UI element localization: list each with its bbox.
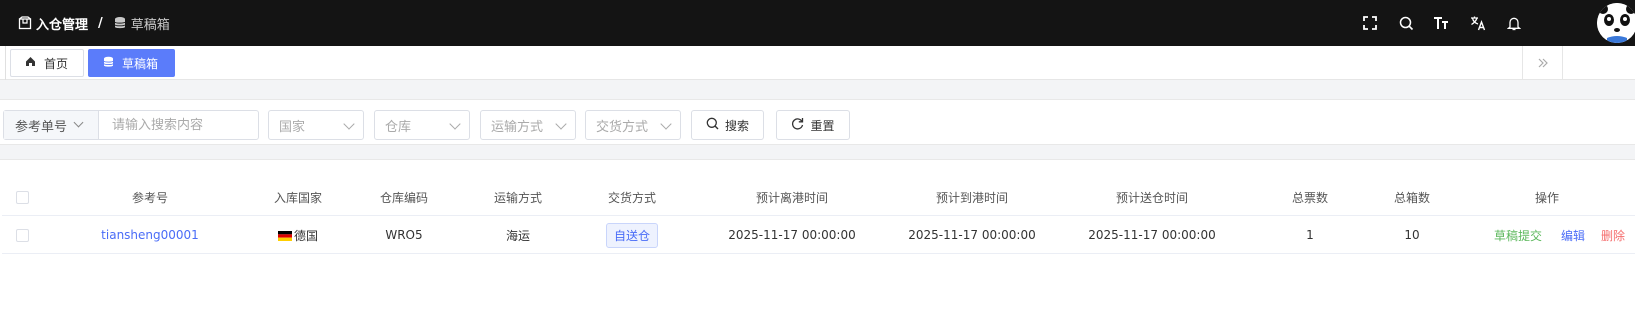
- col-ref: 参考号: [131, 190, 168, 205]
- country-cell: 德国: [258, 216, 338, 254]
- col-transport: 运输方式: [493, 190, 542, 205]
- package-icon: [18, 16, 32, 30]
- search-button-label: 搜索: [724, 118, 749, 133]
- refresh-icon: [791, 117, 810, 133]
- country-select-placeholder: 国家: [279, 119, 306, 135]
- top-navbar: 入仓管理 / 草稿箱: [0, 0, 1635, 46]
- search-combo: 参考单号: [3, 110, 259, 140]
- breadcrumb: 入仓管理 / 草稿箱: [18, 13, 170, 33]
- tickets-cell: 1: [1306, 228, 1314, 242]
- col-tickets: 总票数: [1291, 190, 1328, 205]
- transport-select-placeholder: 运输方式: [491, 119, 544, 135]
- delivery-cell: 自送仓: [592, 216, 672, 254]
- col-country: 入库国家: [273, 190, 322, 205]
- chevron-down-icon: [660, 118, 672, 130]
- delivery-tag: 自送仓: [605, 222, 658, 248]
- bell-icon[interactable]: [1503, 12, 1525, 34]
- transport-select[interactable]: 运输方式: [480, 110, 576, 140]
- col-delivery-time: 预计送仓时间: [1115, 190, 1188, 205]
- tabs-bar: 首页 草稿箱: [0, 46, 1635, 80]
- col-delivery: 交货方式: [607, 190, 656, 205]
- delivery-time-cell: 2025-11-17 00:00:00: [1088, 228, 1216, 242]
- warehouse-cell: WRO5: [385, 228, 423, 242]
- row-checkbox[interactable]: [14, 216, 30, 254]
- spacer: [0, 144, 1635, 160]
- filter-bar: 参考单号 国家 仓库 运输方式 交货方式 搜索 重置: [0, 100, 1635, 144]
- delete-link[interactable]: 删除: [1595, 216, 1631, 254]
- col-eta: 预计到港时间: [935, 190, 1008, 205]
- col-etd: 预计离港时间: [755, 190, 828, 205]
- submit-draft-link[interactable]: 草稿提交: [1490, 216, 1546, 254]
- edit-link[interactable]: 编辑: [1555, 216, 1591, 254]
- tab-drafts-label: 草稿箱: [122, 56, 159, 71]
- fullscreen-icon[interactable]: [1359, 12, 1381, 34]
- boxes-cell: 10: [1404, 228, 1420, 242]
- select-all-checkbox[interactable]: [14, 178, 30, 216]
- etd-cell: 2025-11-17 00:00:00: [728, 228, 856, 242]
- search-icon: [706, 117, 725, 133]
- tabs-more[interactable]: [1562, 46, 1635, 80]
- field-select-value: 参考单号: [15, 119, 68, 135]
- breadcrumb-item-inbound[interactable]: 入仓管理: [36, 14, 88, 33]
- eta-cell: 2025-11-17 00:00:00: [908, 228, 1036, 242]
- reset-button[interactable]: 重置: [776, 110, 850, 140]
- ref-link[interactable]: tiansheng00001: [72, 216, 228, 254]
- search-input[interactable]: [100, 111, 258, 139]
- country-value: 德国: [293, 228, 318, 243]
- col-actions: 操作: [1534, 190, 1559, 205]
- translate-icon[interactable]: [1467, 12, 1489, 34]
- germany-flag-icon: [277, 230, 292, 241]
- warehouse-select-placeholder: 仓库: [385, 119, 412, 135]
- warehouse-select[interactable]: 仓库: [374, 110, 470, 140]
- reset-button-label: 重置: [810, 118, 835, 133]
- double-chevron-right-icon[interactable]: [1522, 46, 1562, 80]
- tab-drafts[interactable]: 草稿箱: [88, 49, 175, 77]
- transport-cell: 海运: [505, 228, 530, 243]
- database-icon: [103, 56, 122, 71]
- breadcrumb-item-drafts: 草稿箱: [130, 17, 170, 33]
- search-icon[interactable]: [1395, 12, 1417, 34]
- chevron-down-icon: [73, 117, 84, 128]
- table-header: 参考号 入库国家 仓库编码 运输方式 交货方式 预计离港时间 预计到港时间 预计…: [2, 178, 1635, 216]
- col-boxes: 总箱数: [1393, 190, 1430, 205]
- field-select[interactable]: 参考单号: [4, 111, 99, 139]
- tab-home[interactable]: 首页: [10, 49, 84, 77]
- delivery-select-placeholder: 交货方式: [596, 119, 649, 135]
- chevron-down-icon: [555, 118, 567, 130]
- database-icon: [113, 16, 127, 30]
- search-button[interactable]: 搜索: [691, 110, 764, 140]
- tab-home-label: 首页: [44, 56, 69, 71]
- country-select[interactable]: 国家: [268, 110, 364, 140]
- breadcrumb-separator: /: [98, 15, 103, 31]
- delivery-select[interactable]: 交货方式: [585, 110, 681, 140]
- home-icon: [25, 56, 44, 70]
- col-warehouse: 仓库编码: [379, 190, 428, 205]
- table-row: tiansheng00001 德国 WRO5 海运 自送仓 2025-11-17…: [2, 216, 1635, 254]
- chevron-down-icon: [449, 118, 461, 130]
- divider: [5, 46, 6, 80]
- chevron-down-icon: [343, 118, 355, 130]
- spacer: [0, 80, 1635, 100]
- avatar[interactable]: [1597, 3, 1635, 43]
- font-size-icon[interactable]: [1430, 12, 1452, 34]
